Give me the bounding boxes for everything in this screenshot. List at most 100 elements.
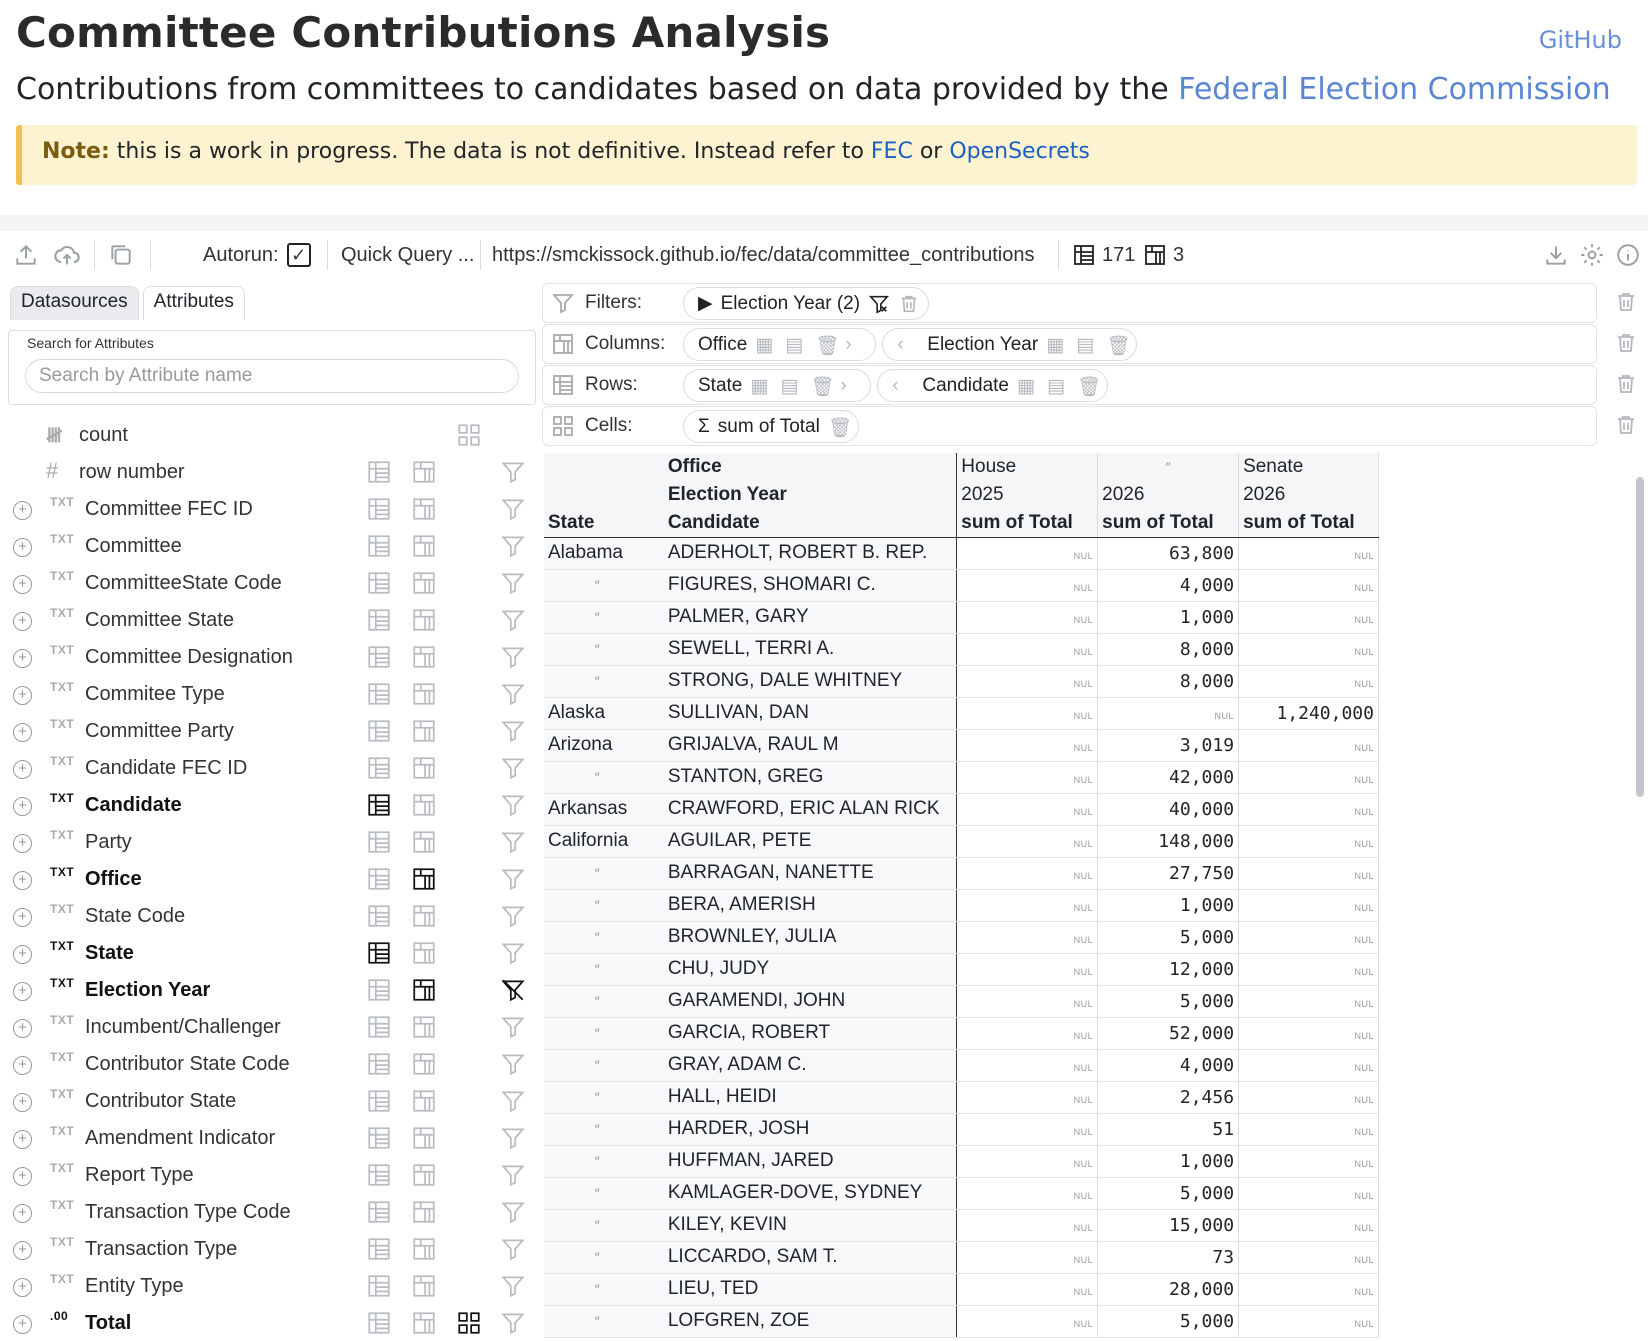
row-chip-state[interactable]: State ▦ ▤ 🗑 › [683, 369, 872, 402]
add-to-rows-icon[interactable] [366, 1199, 392, 1225]
attribute-item[interactable]: + TXT Contributor State Code [0, 1047, 540, 1084]
add-to-columns-icon[interactable] [411, 829, 437, 855]
move-to-rows-icon[interactable]: ▤ [1076, 334, 1098, 356]
attribute-item[interactable]: + TXT Party [0, 825, 540, 862]
autorun-checkbox[interactable]: ✓ [286, 243, 311, 267]
add-to-columns-icon[interactable] [411, 1273, 437, 1299]
clear-cells-trash-icon[interactable] [1614, 413, 1638, 437]
clear-filters-trash-icon[interactable] [1614, 290, 1638, 314]
add-to-rows-icon[interactable] [366, 1273, 392, 1299]
autorun-toggle[interactable]: Autorun: ✓ [203, 238, 311, 272]
add-to-rows-icon[interactable] [366, 644, 392, 670]
github-link[interactable]: GitHub [1539, 26, 1622, 54]
filter-icon[interactable] [500, 903, 526, 929]
filter-icon[interactable] [500, 755, 526, 781]
expand-icon[interactable]: + [13, 575, 32, 594]
add-to-rows-icon[interactable] [366, 607, 392, 633]
tab-attributes[interactable]: Attributes [142, 286, 245, 320]
add-to-columns-icon[interactable] [411, 1051, 437, 1077]
attribute-item[interactable]: + TXT Contributor State [0, 1084, 540, 1121]
attribute-item[interactable]: 𝍸 count [0, 418, 540, 455]
add-to-rows-icon[interactable] [366, 940, 392, 966]
expand-icon[interactable]: + [13, 834, 32, 853]
filter-icon[interactable] [500, 1162, 526, 1188]
filter-active-icon[interactable] [500, 977, 526, 1003]
add-to-columns-icon[interactable] [411, 977, 437, 1003]
attribute-item[interactable]: + TXT Transaction Type [0, 1232, 540, 1269]
filter-icon[interactable] [500, 1014, 526, 1040]
add-to-rows-icon[interactable] [366, 977, 392, 1003]
attribute-item[interactable]: + TXT Commitee Type [0, 677, 540, 714]
expand-icon[interactable]: + [13, 982, 32, 1001]
attribute-item[interactable]: + TXT Candidate FEC ID [0, 751, 540, 788]
trash-icon[interactable]: 🗑 [815, 334, 839, 357]
copy-icon[interactable] [107, 238, 135, 272]
filter-icon[interactable] [500, 1088, 526, 1114]
settings-icon[interactable] [1578, 238, 1606, 272]
expand-icon[interactable]: + [13, 1019, 32, 1038]
add-to-columns-icon[interactable] [411, 903, 437, 929]
expand-icon[interactable]: + [13, 871, 32, 890]
add-to-columns-icon[interactable] [411, 940, 437, 966]
move-to-columns-icon[interactable]: ▤ [780, 375, 802, 397]
filter-icon[interactable] [500, 607, 526, 633]
add-to-rows-icon[interactable] [366, 1051, 392, 1077]
attribute-item[interactable]: + .00 Total [0, 1306, 540, 1341]
expand-icon[interactable]: + [13, 908, 32, 927]
expand-icon[interactable]: + [13, 501, 32, 520]
totals-icon[interactable]: ▦ [755, 334, 777, 356]
add-to-cells-icon[interactable] [456, 1310, 482, 1336]
expand-icon[interactable]: + [13, 1315, 32, 1334]
add-to-columns-icon[interactable] [411, 1014, 437, 1040]
totals-icon[interactable]: ▦ [1046, 334, 1068, 356]
download-icon[interactable] [1542, 238, 1570, 272]
expand-icon[interactable]: + [13, 1093, 32, 1112]
filter-icon[interactable] [500, 1199, 526, 1225]
expand-icon[interactable]: + [13, 686, 32, 705]
note-opensecrets-link[interactable]: OpenSecrets [949, 139, 1090, 164]
attribute-item[interactable]: + TXT Committee [0, 529, 540, 566]
clear-rows-trash-icon[interactable] [1614, 372, 1638, 396]
filter-icon[interactable] [500, 866, 526, 892]
expand-icon[interactable]: + [13, 538, 32, 557]
chevron-right-icon[interactable]: › [840, 375, 862, 397]
attribute-item[interactable]: + TXT Report Type [0, 1158, 540, 1195]
row-chip-candidate[interactable]: ‹ Candidate ▦ ▤ 🗑 [877, 369, 1108, 402]
add-to-rows-icon[interactable] [366, 1014, 392, 1040]
filter-icon[interactable] [500, 1125, 526, 1151]
filter-icon[interactable] [500, 1273, 526, 1299]
filter-icon[interactable] [500, 459, 526, 485]
expand-icon[interactable]: + [13, 1278, 32, 1297]
attribute-item[interactable]: + TXT Incumbent/Challenger [0, 1010, 540, 1047]
totals-icon[interactable]: ▦ [1017, 375, 1039, 397]
add-to-rows-icon[interactable] [366, 829, 392, 855]
expand-icon[interactable]: + [13, 1130, 32, 1149]
filter-icon[interactable] [500, 644, 526, 670]
filter-chip-election-year[interactable]: ▶ Election Year (2) [683, 287, 930, 320]
attribute-item[interactable]: + TXT Entity Type [0, 1269, 540, 1306]
column-chip-office[interactable]: Office ▦ ▤ 🗑 › [683, 328, 877, 361]
add-to-columns-icon[interactable] [411, 644, 437, 670]
add-to-columns-icon[interactable] [411, 681, 437, 707]
attribute-item[interactable]: + TXT CommitteeState Code [0, 566, 540, 603]
expand-icon[interactable]: + [13, 1241, 32, 1260]
add-to-rows-icon[interactable] [366, 681, 392, 707]
add-to-columns-icon[interactable] [411, 755, 437, 781]
expand-icon[interactable]: + [13, 797, 32, 816]
attribute-item[interactable]: + TXT State [0, 936, 540, 973]
attribute-item[interactable]: + TXT Committee FEC ID [0, 492, 540, 529]
add-to-rows-icon[interactable] [366, 1088, 392, 1114]
tab-datasources[interactable]: Datasources [10, 286, 139, 320]
chevron-left-icon[interactable]: ‹ [892, 375, 914, 397]
filter-icon[interactable] [500, 1236, 526, 1262]
add-to-columns-icon[interactable] [411, 533, 437, 559]
add-to-columns-icon[interactable] [411, 792, 437, 818]
add-to-columns-icon[interactable] [411, 866, 437, 892]
attribute-item[interactable]: + TXT Committee Party [0, 714, 540, 751]
add-to-columns-icon[interactable] [411, 496, 437, 522]
add-to-columns-icon[interactable] [411, 1310, 437, 1336]
trash-icon[interactable]: 🗑 [828, 416, 852, 439]
move-to-rows-icon[interactable]: ▤ [785, 334, 807, 356]
chevron-left-icon[interactable]: ‹ [897, 334, 919, 356]
add-to-columns-icon[interactable] [411, 1199, 437, 1225]
